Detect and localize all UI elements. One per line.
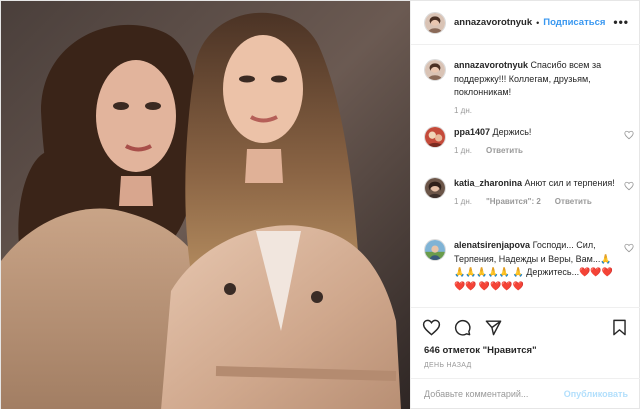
commenter-avatar[interactable] (424, 177, 446, 199)
comments-list[interactable]: annazavorotnyuk Спасибо всем за поддержк… (411, 45, 640, 307)
more-options-icon[interactable]: ••• (613, 15, 629, 29)
comment-bubble-icon[interactable] (453, 318, 472, 337)
comment-username[interactable]: ppa1407 (454, 127, 490, 137)
comment-body: alenatsirenjapova Господи... Сил, Терпен… (454, 239, 636, 293)
publish-button[interactable]: Опубликовать (564, 389, 628, 399)
comment-text: Анют сил и терпения! (524, 178, 615, 188)
add-comment-bar: Опубликовать (411, 378, 640, 409)
comment-text: Держись! (492, 127, 532, 137)
post-photo[interactable] (1, 1, 410, 409)
list-item: katia_zharonina Анют сил и терпения! 1 д… (424, 177, 636, 206)
comment-username[interactable]: annazavorotnyuk (454, 60, 528, 70)
comment-meta: 1 дн. (454, 106, 636, 115)
list-item: alenatsirenjapova Господи... Сил, Терпен… (424, 239, 636, 293)
action-buttons (422, 318, 503, 337)
author-username[interactable]: annazavorotnyuk (454, 17, 532, 28)
separator-dot: • (536, 17, 540, 28)
comment-username[interactable]: katia_zharonina (454, 178, 522, 188)
like-heart-icon[interactable] (422, 318, 441, 337)
comment-caption: annazavorotnyuk Спасибо всем за поддержк… (424, 59, 636, 115)
comment-time[interactable]: 1 дн. (454, 146, 472, 155)
post-sidebar: annazavorotnyuk • Подписаться ••• annaza… (410, 1, 640, 408)
photo-illustration (1, 1, 410, 409)
author-avatar[interactable] (424, 11, 446, 34)
comment-meta: 1 дн. "Нравится": 2 Ответить (454, 197, 636, 206)
comment-body: katia_zharonina Анют сил и терпения! (454, 177, 636, 191)
like-comment-heart-icon[interactable] (624, 243, 634, 253)
commenter-avatar[interactable] (424, 126, 446, 148)
reply-button[interactable]: Ответить (486, 146, 523, 155)
share-icon[interactable] (484, 318, 503, 337)
commenter-avatar[interactable] (424, 59, 446, 81)
post-actions: 646 отметок "Нравится" ДЕНЬ НАЗАД Опубли… (411, 307, 640, 408)
like-comment-heart-icon[interactable] (624, 130, 634, 140)
comment-time[interactable]: 1 дн. (454, 197, 472, 206)
commenter-avatar[interactable] (424, 239, 446, 261)
comment-likes-count[interactable]: "Нравится": 2 (486, 197, 541, 206)
comment-meta: 1 дн. Ответить (454, 146, 636, 155)
instagram-post: annazavorotnyuk • Подписаться ••• annaza… (0, 0, 640, 409)
bookmark-icon[interactable] (610, 318, 629, 337)
comment-body: annazavorotnyuk Спасибо всем за поддержк… (454, 59, 636, 100)
comment-body: ppa1407 Держись! (454, 126, 636, 140)
bookmark-button[interactable] (610, 318, 629, 337)
reply-button[interactable]: Ответить (555, 197, 592, 206)
post-header: annazavorotnyuk • Подписаться ••• (411, 1, 640, 45)
like-comment-heart-icon[interactable] (624, 181, 634, 191)
follow-button[interactable]: Подписаться (543, 17, 605, 28)
comment-username[interactable]: alenatsirenjapova (454, 240, 530, 250)
likes-count[interactable]: 646 отметок "Нравится" (424, 345, 537, 356)
post-timestamp[interactable]: ДЕНЬ НАЗАД (424, 362, 472, 369)
comment-time[interactable]: 1 дн. (454, 106, 472, 115)
comment-input[interactable] (424, 389, 564, 399)
list-item: ppa1407 Держись! 1 дн. Ответить (424, 126, 636, 155)
